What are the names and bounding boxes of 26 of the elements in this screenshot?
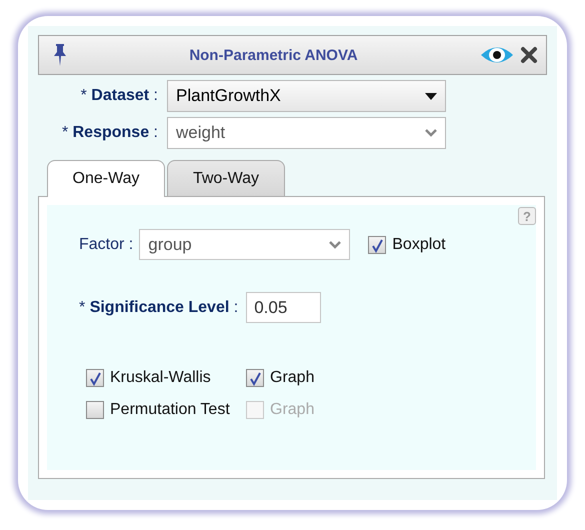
- factor-select[interactable]: group: [139, 229, 350, 260]
- close-icon[interactable]: [520, 46, 538, 64]
- field-label: * Response :: [60, 124, 159, 142]
- chevron-down-icon: [329, 240, 342, 248]
- checkbox-label: Permutation Test: [110, 401, 230, 419]
- checkbox[interactable]: [368, 236, 386, 254]
- dataset-dropdown[interactable]: PlantGrowthX: [167, 80, 446, 112]
- field-label: * Dataset :: [80, 87, 159, 105]
- checkbox-label: Graph: [270, 401, 314, 419]
- eye-icon[interactable]: [480, 46, 514, 64]
- tab[interactable]: One-Way: [47, 160, 165, 197]
- response-select[interactable]: weight: [167, 117, 446, 149]
- significance-input[interactable]: 0.05: [246, 292, 322, 323]
- chevron-down-icon: [425, 129, 437, 137]
- checkbox-label: Graph: [270, 369, 314, 387]
- significance-label: * Significance Level :: [79, 298, 238, 316]
- checkbox[interactable]: [86, 369, 104, 387]
- dropdown-caret-icon: [425, 92, 437, 100]
- window-title: Non-Parametric ANOVA: [188, 46, 359, 64]
- pin-icon[interactable]: [53, 44, 67, 66]
- tab[interactable]: Two-Way: [167, 160, 285, 196]
- checkbox[interactable]: [86, 401, 104, 419]
- checkbox-label: Boxplot: [392, 236, 446, 254]
- checkbox[interactable]: [246, 369, 264, 387]
- factor-label: Factor :: [79, 236, 134, 254]
- checkbox-label: Kruskal-Wallis: [110, 369, 211, 387]
